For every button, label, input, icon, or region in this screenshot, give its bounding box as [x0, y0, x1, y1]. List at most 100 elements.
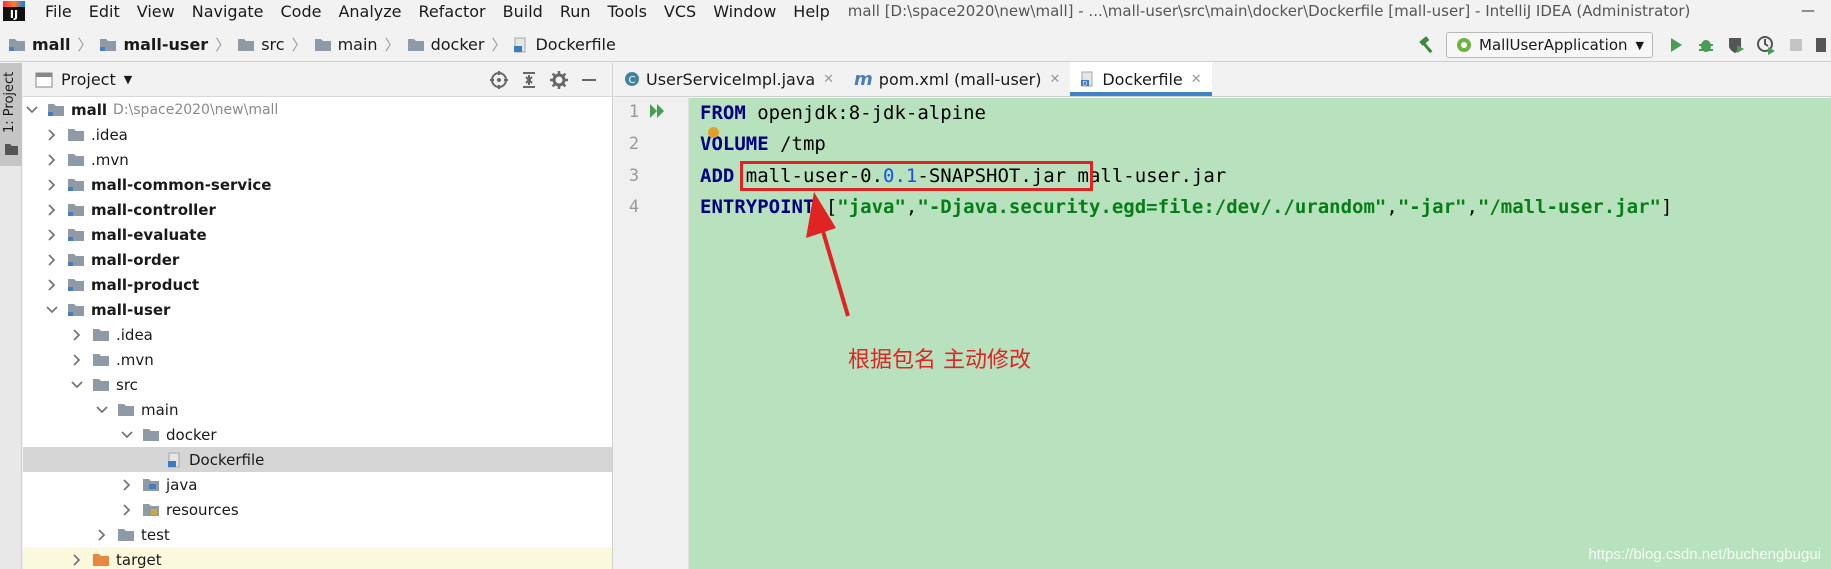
run-config-selector[interactable]: MallUserApplication ▼	[1446, 32, 1653, 58]
menu-file[interactable]: File	[45, 2, 72, 21]
chevron-right-icon[interactable]	[45, 278, 59, 291]
tree-item-resources[interactable]: resources	[23, 497, 612, 522]
tab-userserviceimpl[interactable]: C UserServiceImpl.java ✕	[614, 62, 844, 96]
tree-item-mall[interactable]: mall D:\space2020\new\mall	[23, 97, 612, 122]
menu-tools[interactable]: Tools	[608, 2, 647, 21]
gear-icon[interactable]	[544, 65, 574, 95]
chevron-right-icon[interactable]	[45, 203, 59, 216]
breadcrumb-main[interactable]: main	[314, 35, 378, 54]
tree-item-main[interactable]: main	[23, 397, 612, 422]
menu-navigate[interactable]: Navigate	[192, 2, 264, 21]
tree-item-dockerfile[interactable]: Dockerfile	[23, 447, 612, 472]
tree-item-mall-user[interactable]: mall-user	[23, 297, 612, 322]
menu-bar: IJ File Edit View Navigate Code Analyze …	[0, 0, 1831, 22]
dockerfile-icon	[514, 37, 526, 52]
debug-icon[interactable]	[1691, 30, 1721, 60]
minimize-button[interactable]: —	[1785, 0, 1831, 22]
menu-help[interactable]: Help	[793, 2, 829, 21]
chevron-down-icon[interactable]	[95, 405, 109, 414]
editor-tab-bar: C UserServiceImpl.java ✕ m pom.xml (mall…	[614, 62, 1831, 97]
tab-dockerfile[interactable]: D Dockerfile ✕	[1070, 62, 1212, 96]
tree-item-label: mall	[71, 100, 108, 119]
breadcrumb-dockerfile[interactable]: Dockerfile	[513, 35, 616, 54]
menu-build[interactable]: Build	[503, 2, 543, 21]
breadcrumb-mall[interactable]: mall	[8, 35, 70, 54]
chevron-down-icon[interactable]	[120, 430, 134, 439]
run-icon[interactable]	[1661, 30, 1691, 60]
tree-item-mall-product[interactable]: mall-product	[23, 272, 612, 297]
folder-icon	[93, 329, 109, 341]
close-icon[interactable]: ✕	[823, 72, 834, 87]
breadcrumb-src[interactable]: src	[237, 35, 285, 54]
chevron-right-icon[interactable]	[45, 153, 59, 166]
breadcrumb-mall-user[interactable]: mall-user	[99, 35, 208, 54]
stop-icon[interactable]	[1781, 30, 1811, 60]
svg-text:D: D	[1083, 81, 1088, 88]
collapse-all-icon[interactable]	[514, 65, 544, 95]
tree-item-target[interactable]: target	[23, 547, 612, 569]
tree-item-mall-order[interactable]: mall-order	[23, 247, 612, 272]
menu-refactor[interactable]: Refactor	[419, 2, 486, 21]
line-number: 3	[628, 166, 640, 186]
locate-icon[interactable]	[484, 65, 514, 95]
menu-window[interactable]: Window	[713, 2, 776, 21]
module-folder-icon	[9, 39, 25, 51]
chevron-right-icon[interactable]	[120, 503, 134, 516]
code-text: ,	[905, 196, 918, 218]
code-text: /tmp	[768, 133, 826, 155]
tree-item-docker[interactable]: docker	[23, 422, 612, 447]
chevron-right-icon[interactable]	[70, 328, 84, 341]
run-config-label: MallUserApplication	[1479, 36, 1628, 54]
chevron-right-icon[interactable]	[45, 253, 59, 266]
chevron-right-icon[interactable]	[45, 228, 59, 241]
tree-item-src[interactable]: src	[23, 372, 612, 397]
menu-vcs[interactable]: VCS	[664, 2, 696, 21]
build-hammer-icon[interactable]	[1412, 30, 1442, 60]
close-icon[interactable]: ✕	[1191, 72, 1202, 87]
chevron-right-icon[interactable]	[95, 528, 109, 541]
tree-item-mall-evaluate[interactable]: mall-evaluate	[23, 222, 612, 247]
coverage-icon[interactable]	[1721, 30, 1751, 60]
menu-analyze[interactable]: Analyze	[338, 2, 401, 21]
chevron-right-icon[interactable]	[70, 553, 84, 566]
chevron-right-icon[interactable]	[45, 178, 59, 191]
tree-item-user-mvn[interactable]: .mvn	[23, 347, 612, 372]
menu-view[interactable]: View	[137, 2, 175, 21]
tab-pom-xml[interactable]: m pom.xml (mall-user) ✕	[844, 62, 1070, 96]
project-panel-actions	[484, 63, 604, 97]
project-structure-icon[interactable]	[1811, 30, 1831, 60]
tree-item-mvn[interactable]: .mvn	[23, 147, 612, 172]
tree-item-mall-common-service[interactable]: mall-common-service	[23, 172, 612, 197]
tree-item-user-idea[interactable]: .idea	[23, 322, 612, 347]
code-string: "/mall-user.jar"	[1477, 196, 1661, 218]
menu-code[interactable]: Code	[281, 2, 322, 21]
tree-item-label: Dockerfile	[189, 450, 265, 469]
project-panel-title[interactable]: Project	[61, 70, 116, 89]
menu-run[interactable]: Run	[560, 2, 591, 21]
chevron-right-icon[interactable]	[45, 128, 59, 141]
profiler-icon[interactable]	[1751, 30, 1781, 60]
chevron-right-icon[interactable]	[120, 478, 134, 491]
chevron-down-icon[interactable]	[45, 305, 59, 314]
minimize-panel-icon[interactable]	[574, 65, 604, 95]
breadcrumb-label: docker	[430, 35, 485, 54]
folder-icon	[68, 129, 84, 141]
project-tool-window-button[interactable]: 1: Project	[0, 63, 22, 166]
chevron-down-icon[interactable]	[25, 105, 39, 114]
chevron-down-icon: ▼	[1635, 38, 1644, 52]
tree-item-idea[interactable]: .idea	[23, 122, 612, 147]
tree-item-test[interactable]: test	[23, 522, 612, 547]
breadcrumb-docker[interactable]: docker	[407, 35, 485, 54]
menu-edit[interactable]: Edit	[89, 2, 120, 21]
code-line-2: VOLUME /tmp	[700, 133, 826, 155]
intention-bulb-icon[interactable]	[708, 127, 719, 138]
folder-icon	[93, 354, 109, 366]
tree-item-mall-controller[interactable]: mall-controller	[23, 197, 612, 222]
tree-item-java[interactable]: java	[23, 472, 612, 497]
chevron-down-icon[interactable]: ▼	[124, 73, 132, 86]
run-docker-icon[interactable]	[648, 101, 668, 121]
chevron-down-icon[interactable]	[70, 380, 84, 389]
close-icon[interactable]: ✕	[1049, 72, 1060, 87]
keyword: ENTRYPOINT	[700, 196, 815, 218]
chevron-right-icon[interactable]	[70, 353, 84, 366]
